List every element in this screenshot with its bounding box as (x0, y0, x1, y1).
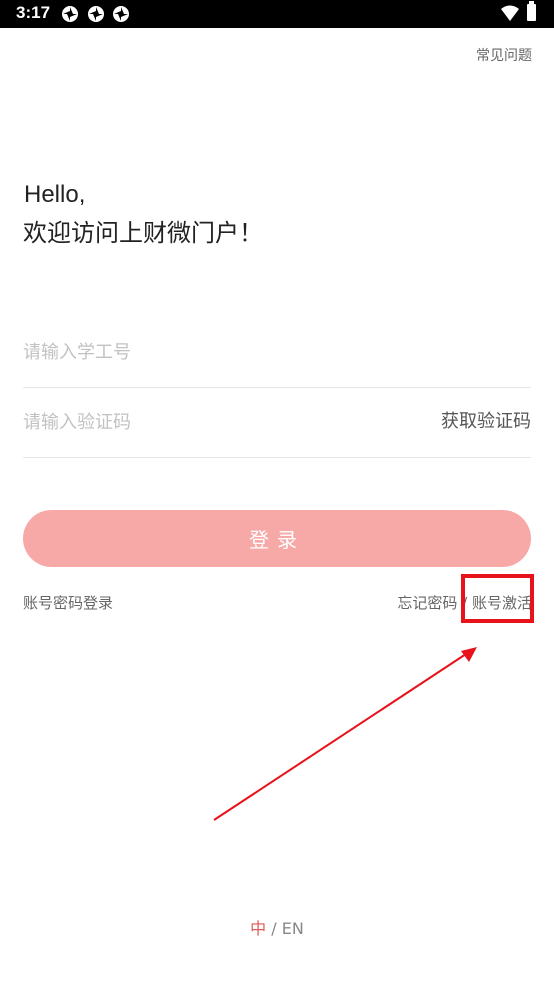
language-switcher: 中 / EN (0, 915, 554, 939)
language-en-option[interactable]: EN (282, 919, 304, 938)
language-separator: / (266, 919, 282, 938)
annotation-arrow (213, 647, 477, 821)
language-zh-option[interactable]: 中 (250, 919, 266, 938)
